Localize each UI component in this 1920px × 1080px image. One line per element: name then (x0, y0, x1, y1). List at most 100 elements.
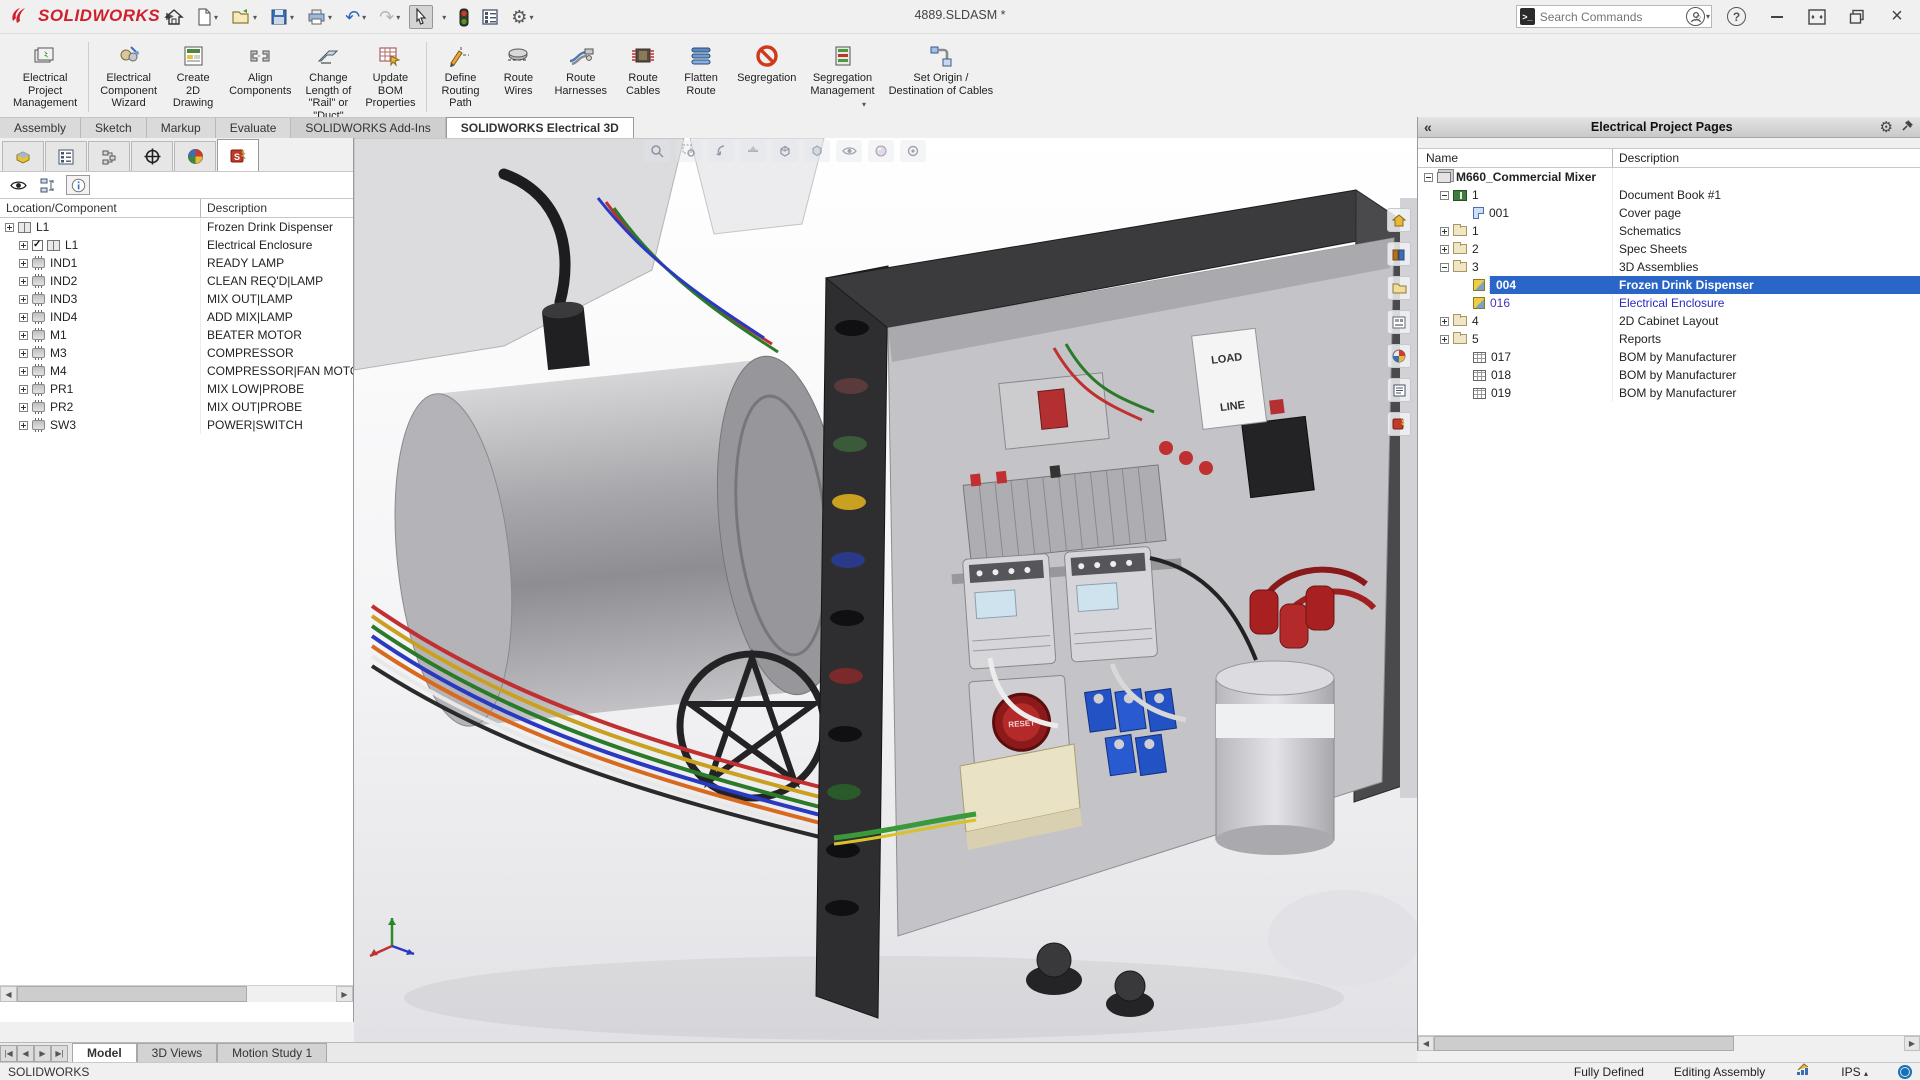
tab-solidworks-electrical-3d[interactable]: SOLIDWORKS Electrical 3D (446, 117, 634, 138)
column-header-description[interactable]: Description (1612, 149, 1920, 167)
expander-icon[interactable] (19, 367, 28, 376)
tab-property-manager[interactable] (45, 141, 87, 171)
graphics-viewport[interactable]: LOAD LINE RESET (354, 138, 1417, 1042)
restore-button[interactable] (1848, 8, 1866, 26)
pin-icon[interactable] (1901, 119, 1914, 135)
scroll-left-arrow[interactable]: ◀ (0, 986, 17, 1002)
expander-icon[interactable] (19, 385, 28, 394)
display-style-icon[interactable] (804, 140, 830, 162)
help-button[interactable] (1727, 7, 1746, 26)
left-panel-horizontal-scrollbar[interactable]: ◀ ▶ (0, 985, 353, 1002)
expander-icon[interactable] (19, 277, 28, 286)
expander-icon[interactable] (19, 259, 28, 268)
table-row[interactable]: 1 Schematics (1418, 222, 1920, 240)
change-length-button[interactable]: Change Length of "Rail" or "Duct" (298, 40, 358, 123)
design-library-icon[interactable] (1387, 242, 1411, 266)
table-row[interactable]: 4 2D Cabinet Layout (1418, 312, 1920, 330)
expander-icon[interactable] (1440, 317, 1449, 326)
expander-icon[interactable] (19, 241, 28, 250)
table-row[interactable]: 2 Spec Sheets (1418, 240, 1920, 258)
zoom-fit-icon[interactable] (644, 140, 670, 162)
zoom-area-icon[interactable] (676, 140, 702, 162)
segregation-button[interactable]: Segregation (730, 40, 803, 86)
update-bom-properties-button[interactable]: Update BOM Properties (358, 40, 422, 111)
tab-configuration-manager[interactable] (88, 141, 130, 171)
section-view-icon[interactable] (740, 140, 766, 162)
tab-dimxpert[interactable] (131, 141, 173, 171)
expander-icon[interactable] (1440, 191, 1449, 200)
table-row[interactable]: IND4 ADD MIX|LAMP (0, 308, 353, 326)
tab-markup[interactable]: Markup (147, 117, 216, 138)
table-row[interactable]: L1 Electrical Enclosure (0, 236, 353, 254)
scroll-right-arrow[interactable]: ▶ (1904, 1036, 1920, 1051)
table-row[interactable]: L1 Frozen Drink Dispenser (0, 218, 353, 236)
appearances-sphere-icon[interactable] (1387, 344, 1411, 368)
view-palette-icon[interactable] (1387, 310, 1411, 334)
minimize-button[interactable] (1768, 8, 1786, 26)
table-row[interactable]: 018 BOM by Manufacturer (1418, 366, 1920, 384)
view-settings-icon[interactable] (900, 140, 926, 162)
expander-icon[interactable] (1424, 173, 1433, 182)
expander-icon[interactable] (1440, 335, 1449, 344)
column-header-description[interactable]: Description (200, 199, 353, 217)
table-row[interactable]: 3 3D Assemblies (1418, 258, 1920, 276)
hide-show-items-icon[interactable] (836, 140, 862, 162)
table-row[interactable]: PR2 MIX OUT|PROBE (0, 398, 353, 416)
information-button[interactable] (66, 175, 90, 195)
previous-sheet-button[interactable]: ◀ (17, 1045, 34, 1062)
table-row[interactable]: 016 Electrical Enclosure (1418, 294, 1920, 312)
set-origin-destination-button[interactable]: Set Origin / Destination of Cables (882, 40, 1001, 98)
table-row[interactable]: 1 Document Book #1 (1418, 186, 1920, 204)
table-row-selected[interactable]: 004 Frozen Drink Dispenser (1418, 276, 1920, 294)
expander-icon[interactable] (5, 223, 14, 232)
tab-feature-tree[interactable] (2, 141, 44, 171)
segregation-management-button[interactable]: Segregation Management (803, 40, 881, 98)
table-row[interactable]: IND3 MIX OUT|LAMP (0, 290, 353, 308)
collapse-panel-icon[interactable] (1424, 119, 1444, 135)
tab-model[interactable]: Model (72, 1043, 137, 1062)
next-sheet-button[interactable]: ▶ (34, 1045, 51, 1062)
search-box[interactable]: ⌕ ▾ (1516, 5, 1712, 28)
route-wires-button[interactable]: Route Wires (489, 40, 547, 98)
table-row[interactable]: PR1 MIX LOW|PROBE (0, 380, 353, 398)
tab-solidworks-add-ins[interactable]: SOLIDWORKS Add-Ins (291, 117, 445, 138)
expander-icon[interactable] (19, 349, 28, 358)
checkbox[interactable] (32, 240, 43, 251)
column-header-component[interactable]: Location/Component (0, 201, 200, 215)
expander-icon[interactable] (19, 295, 28, 304)
tab-display-manager[interactable] (174, 141, 216, 171)
status-globe-icon[interactable] (1898, 1065, 1912, 1079)
table-row[interactable]: M660_Commercial Mixer (1418, 168, 1920, 186)
expander-icon[interactable] (1440, 263, 1449, 272)
previous-view-icon[interactable] (708, 140, 734, 162)
home-taskpane-icon[interactable] (1387, 208, 1411, 232)
toggle-panes-button[interactable] (1808, 8, 1826, 26)
expander-icon[interactable] (19, 421, 28, 430)
table-row[interactable]: SW3 POWER|SWITCH (0, 416, 353, 434)
status-units[interactable]: IPS ▴ (1841, 1065, 1868, 1079)
expander-icon[interactable] (19, 403, 28, 412)
right-panel-horizontal-scrollbar[interactable]: ◀ ▶ (1418, 1035, 1920, 1051)
tab-3d-views[interactable]: 3D Views (137, 1043, 217, 1062)
view-orientation-icon[interactable] (772, 140, 798, 162)
table-row[interactable]: 019 BOM by Manufacturer (1418, 384, 1920, 402)
table-row[interactable]: 001 Cover page (1418, 204, 1920, 222)
table-row[interactable]: 017 BOM by Manufacturer (1418, 348, 1920, 366)
scroll-right-arrow[interactable]: ▶ (336, 986, 353, 1002)
create-2d-drawing-button[interactable]: Create 2D Drawing (164, 40, 222, 111)
expander-icon[interactable] (19, 313, 28, 322)
first-sheet-button[interactable]: |◀ (0, 1045, 17, 1062)
scrollbar-thumb[interactable] (17, 986, 247, 1002)
table-row[interactable]: M4 COMPRESSOR|FAN MOTOR (0, 362, 353, 380)
define-routing-path-button[interactable]: Define Routing Path (431, 40, 489, 111)
units-dropdown-icon[interactable]: ▴ (1864, 1069, 1868, 1078)
column-header-name[interactable]: Name (1418, 151, 1612, 165)
table-row[interactable]: IND2 CLEAN REQ'D|LAMP (0, 272, 353, 290)
tab-evaluate[interactable]: Evaluate (216, 117, 292, 138)
electrical-component-wizard-button[interactable]: Electrical Component Wizard (93, 40, 164, 111)
expander-icon[interactable] (1440, 227, 1449, 236)
appearances-icon[interactable] (868, 140, 894, 162)
search-input[interactable] (1540, 10, 1695, 24)
expander-icon[interactable] (19, 331, 28, 340)
ribbon-overflow-chevron[interactable]: ▾ (862, 100, 866, 109)
